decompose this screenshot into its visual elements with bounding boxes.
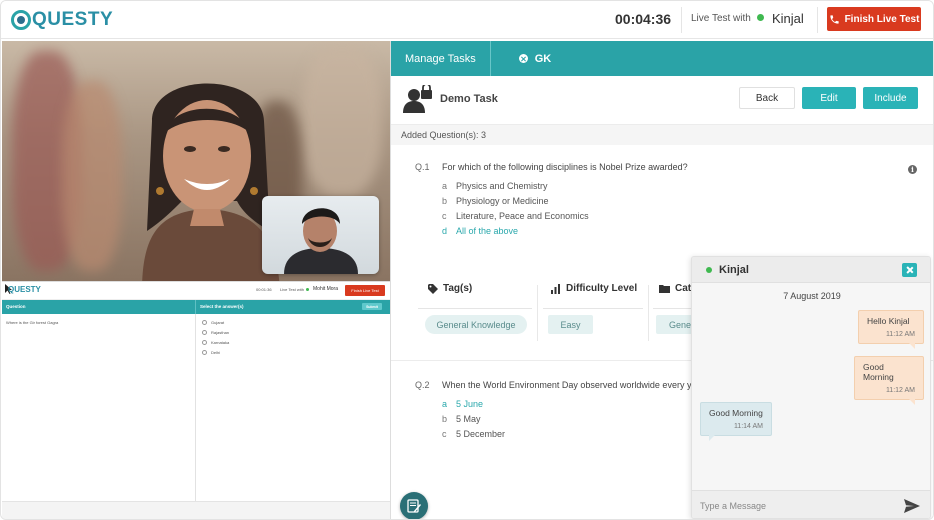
app-window: QUESTY 00:04:36 Live Test with Kinjal Fi…	[0, 0, 934, 520]
online-status-icon	[757, 14, 764, 21]
chat-contact-name: Kinjal	[719, 264, 749, 276]
shared-screen-preview: QUESTY 00:01:36 Live Test with Mohit Mor…	[2, 281, 390, 502]
notes-button[interactable]	[400, 492, 428, 519]
divider	[543, 308, 643, 309]
close-circle-icon[interactable]	[518, 54, 528, 63]
logo-text: QUESTY	[32, 9, 114, 30]
option: c5 December	[442, 429, 506, 439]
mini-col-answer-label: Select the answer(s)	[200, 304, 244, 309]
chat-date: 7 August 2019	[783, 291, 841, 301]
tab-manage-tasks[interactable]: Manage Tasks	[391, 41, 491, 76]
divider	[418, 308, 532, 309]
tab-gk[interactable]: GK	[491, 53, 566, 65]
info-icon[interactable]: i	[908, 165, 917, 174]
mini-peer-name: Mohit Mora	[313, 286, 339, 292]
self-video-icon	[284, 208, 358, 274]
task-header: Demo Task Back Edit Include	[391, 76, 933, 125]
mini-option: Gujarat	[202, 320, 386, 325]
chat-header: Kinjal	[692, 257, 930, 283]
questy-logo-mark-icon	[11, 10, 31, 30]
chat-close-icon[interactable]	[902, 263, 917, 277]
live-test-with-label: Live Test with	[691, 13, 751, 24]
task-title: Demo Task	[440, 93, 498, 105]
session-timer: 00:04:36	[615, 11, 672, 27]
questy-logo[interactable]: QUESTY	[11, 9, 113, 31]
mini-submit-button: Submit	[362, 303, 382, 310]
radio-icon	[202, 330, 207, 335]
mini-finish-button: Finish Live Test	[345, 285, 385, 296]
chat-input-bar	[692, 490, 930, 518]
finish-live-test-label: Finish Live Test	[844, 13, 920, 25]
tag-pill: General Knowledge	[425, 315, 527, 334]
divider	[817, 7, 818, 33]
difficulty-heading: Difficulty Level	[551, 283, 637, 294]
category-pill: Gener	[656, 315, 694, 334]
self-video-pip[interactable]	[262, 196, 379, 274]
chat-message-input[interactable]	[700, 497, 890, 515]
chat-message-sent: Good Morning 11:12 AM	[854, 356, 924, 405]
mini-table-body: Where is the Gir forest Gagra Gujarat Ra…	[2, 314, 390, 502]
mini-option: Delhi	[202, 350, 386, 355]
radio-icon	[202, 320, 207, 325]
edit-button[interactable]: Edit	[802, 87, 856, 109]
option: a Physics and Chemistry	[442, 181, 548, 191]
folder-icon	[659, 285, 670, 293]
question-text: For which of the following disciplines i…	[442, 162, 688, 172]
online-status-icon	[706, 267, 712, 273]
left-footer	[2, 501, 390, 519]
radio-icon	[202, 350, 207, 355]
edit-note-icon	[407, 499, 421, 513]
mini-option: Karnataka	[202, 340, 386, 345]
difficulty-pill: Easy	[548, 315, 593, 334]
bar-chart-icon	[551, 283, 560, 294]
divider	[537, 285, 538, 341]
divider	[653, 308, 693, 309]
chat-message-sent: Hello Kinjal 11:12 AM	[858, 310, 924, 349]
question-text: When the World Environment Day observed …	[442, 380, 694, 390]
mini-logo-text: QUESTY	[8, 285, 41, 294]
top-bar: QUESTY 00:04:36 Live Test with Kinjal Fi…	[1, 1, 933, 39]
mini-online-icon	[306, 288, 309, 291]
question-number: Q.2	[415, 380, 430, 390]
divider	[681, 7, 682, 33]
added-questions-count: Added Question(s): 3	[391, 125, 933, 145]
include-button[interactable]: Include	[863, 87, 918, 109]
mini-table-header: Question Select the answer(s) Submit	[2, 300, 390, 314]
radio-icon	[202, 340, 207, 345]
question-number: Q.1	[415, 162, 430, 172]
mini-timer: 00:01:36	[256, 287, 272, 292]
option: c Literature, Peace and Economics	[442, 211, 589, 221]
user-lock-icon	[403, 85, 432, 113]
mini-question-text: Where is the Gir forest Gagra	[2, 314, 196, 502]
back-button[interactable]: Back	[739, 87, 795, 109]
mini-col-question: Question	[2, 300, 196, 314]
tags-heading: Tag(s)	[428, 283, 472, 294]
tab-gk-label: GK	[534, 52, 552, 65]
task-panel-tabs: Manage Tasks GK	[391, 41, 933, 76]
divider	[648, 285, 649, 341]
send-icon[interactable]	[904, 499, 920, 513]
main-video-feed	[2, 41, 390, 281]
peer-name: Kinjal	[772, 11, 804, 26]
option-correct: d All of the above	[442, 226, 519, 236]
option: b5 May	[442, 414, 481, 424]
mini-live-with-label: Live Test with	[280, 287, 304, 292]
phone-icon	[829, 14, 839, 24]
chat-window: Kinjal 7 August 2019 Hello Kinjal 11:12 …	[691, 256, 931, 519]
mini-option: Rajasthan	[202, 330, 386, 335]
mini-top-bar: QUESTY 00:01:36 Live Test with Mohit Mor…	[2, 282, 390, 300]
option: b Physiology or Medicine	[442, 196, 549, 206]
mini-options: Gujarat Rajasthan Karnataka Delhi	[196, 314, 390, 502]
finish-live-test-button[interactable]: Finish Live Test	[827, 7, 921, 31]
tag-icon	[428, 283, 438, 294]
option-correct: a5 June	[442, 399, 484, 409]
chat-message-received: Good Morning 11:14 AM	[700, 402, 772, 441]
mini-col-answer: Select the answer(s) Submit	[196, 300, 390, 314]
